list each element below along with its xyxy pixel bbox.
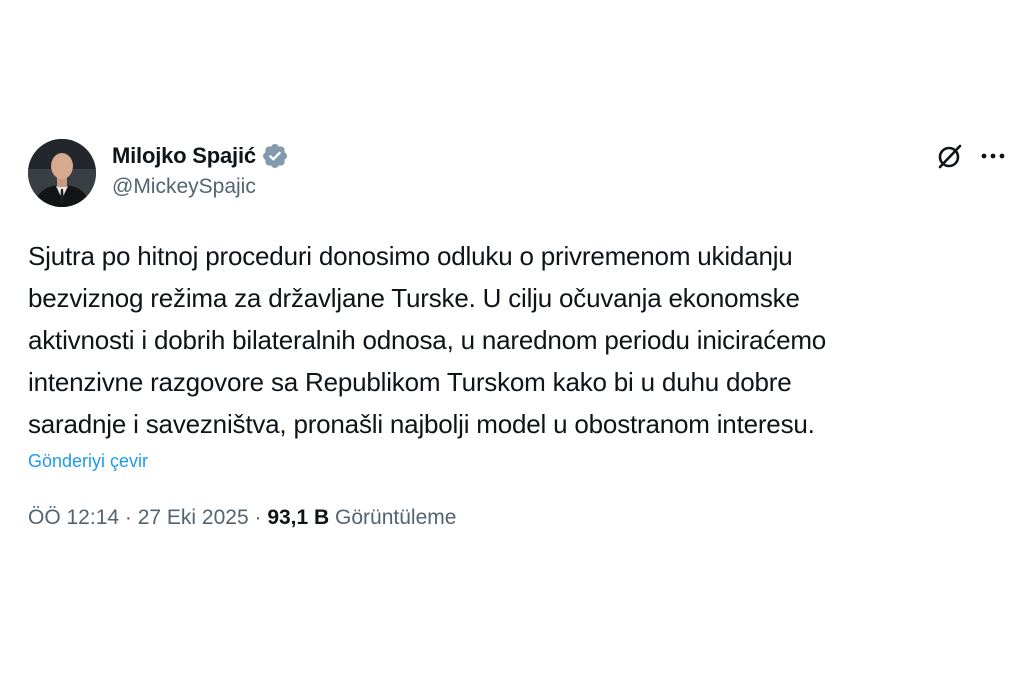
verified-badge-icon[interactable]: [261, 142, 289, 170]
display-name[interactable]: Milojko Spajić: [112, 143, 256, 169]
avatar[interactable]: [28, 139, 96, 207]
display-name-row: Milojko Spajić: [112, 141, 289, 171]
tweet-text-line: bezviznog režima za državljane Turske. U…: [28, 283, 800, 313]
translate-post-link[interactable]: Gönderiyi çevir: [28, 451, 148, 472]
tweet-header: Milojko Spajić @MickeySpajic: [28, 137, 1008, 211]
more-icon[interactable]: [978, 141, 1008, 171]
meta-separator: ·: [119, 506, 138, 529]
tweet-text-line: intenzivne razgovore sa Republikom Tursk…: [28, 367, 792, 397]
tweet-text-line: Sjutra po hitnoj proceduri donosimo odlu…: [28, 241, 793, 271]
tweet-meta: ÖÖ 12:14 · 27 Eki 2025 · 93,1 B Görüntül…: [28, 506, 1008, 530]
post-date[interactable]: 27 Eki 2025: [138, 506, 249, 530]
meta-separator: ·: [248, 506, 268, 529]
post-time[interactable]: ÖÖ 12:14: [28, 506, 119, 530]
grok-icon[interactable]: [934, 141, 964, 171]
views-label: Görüntüleme: [335, 506, 457, 529]
author-handle[interactable]: @MickeySpajic: [112, 175, 289, 199]
tweet-text-line: saradnje i savezništva, pronašli najbolj…: [28, 409, 815, 439]
header-actions: [934, 141, 1008, 171]
author-names: Milojko Spajić @MickeySpajic: [112, 141, 289, 199]
views-count[interactable]: 93,1 B: [267, 506, 329, 530]
tweet: Milojko Spajić @MickeySpajic Sjutra po h…: [28, 137, 1008, 530]
tweet-text-line: aktivnosti i dobrih bilateralnih odnosa,…: [28, 325, 827, 355]
tweet-text: Sjutra po hitnoj proceduri donosimo odlu…: [28, 235, 1003, 445]
